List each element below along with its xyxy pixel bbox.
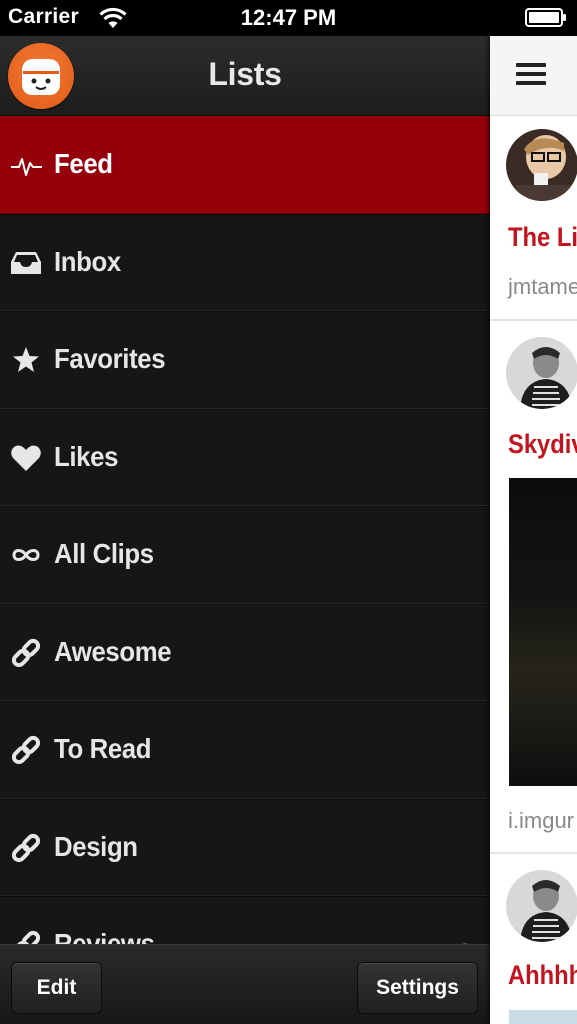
post-title[interactable]: Ahhhh bbox=[508, 960, 577, 991]
sidebar-item-label: Design bbox=[54, 830, 138, 862]
avatar[interactable] bbox=[506, 870, 577, 942]
sidebar-item-inbox[interactable]: Inbox bbox=[0, 213, 490, 311]
sidebar-footer: Edit Settings bbox=[0, 944, 490, 1024]
sidebar-item-likes[interactable]: Likes bbox=[0, 408, 490, 506]
link-icon bbox=[10, 638, 44, 668]
sidebar-item-to-read[interactable]: To Read bbox=[0, 701, 490, 799]
post-divider bbox=[490, 852, 577, 854]
hamburger-menu-icon[interactable] bbox=[516, 63, 546, 87]
status-bar: Carrier 12:47 PM bbox=[0, 0, 577, 36]
post-divider bbox=[490, 319, 577, 321]
sidebar-item-label: All Clips bbox=[54, 538, 154, 569]
edit-button[interactable]: Edit bbox=[11, 962, 102, 1014]
post-image[interactable] bbox=[509, 1010, 577, 1024]
sidebar-item-label: Likes bbox=[54, 440, 119, 472]
sidebar-item-label: Awesome bbox=[54, 635, 172, 667]
post-title[interactable]: The Li bbox=[508, 222, 577, 253]
post-title[interactable]: Skydiv bbox=[508, 429, 577, 460]
sidebar-title: Lists bbox=[208, 56, 282, 92]
lists-menu: Feed Inbox Favorites Likes All Clips Awe… bbox=[0, 116, 490, 994]
link-icon bbox=[10, 833, 44, 863]
link-icon bbox=[10, 735, 44, 765]
sidebar-item-favorites[interactable]: Favorites bbox=[0, 311, 490, 409]
inbox-tray-icon bbox=[10, 248, 44, 278]
sidebar-item-feed[interactable]: Feed bbox=[0, 116, 490, 214]
sidebar-item-label: Inbox bbox=[54, 245, 121, 277]
battery-icon bbox=[525, 8, 567, 27]
post-source: jmtame bbox=[508, 274, 577, 299]
post-image[interactable] bbox=[509, 478, 577, 786]
pulse-icon bbox=[10, 150, 44, 180]
sidebar-item-awesome[interactable]: Awesome bbox=[0, 603, 490, 701]
feed-header bbox=[490, 36, 577, 116]
sidebar-item-label: Feed bbox=[54, 148, 113, 179]
sidebar-header: Lists bbox=[0, 36, 490, 116]
post-source: i.imgur bbox=[508, 808, 575, 833]
lists-sidebar: Lists Feed Inbox Favorites Likes All Cli… bbox=[0, 36, 490, 1024]
clock: 12:47 PM bbox=[240, 5, 337, 30]
sidebar-item-all-clips[interactable]: All Clips bbox=[0, 506, 490, 604]
avatar[interactable] bbox=[506, 337, 577, 409]
sidebar-item-label: Favorites bbox=[54, 343, 166, 374]
feed-panel: The Li jmtame Skydiv i.imgur Ahhhh bbox=[490, 36, 577, 1024]
sidebar-item-label: To Read bbox=[54, 733, 152, 764]
star-icon bbox=[10, 345, 44, 375]
infinity-icon bbox=[10, 540, 44, 570]
settings-button[interactable]: Settings bbox=[357, 962, 478, 1014]
avatar[interactable] bbox=[506, 129, 577, 201]
heart-icon bbox=[10, 443, 44, 473]
sidebar-item-design[interactable]: Design bbox=[0, 798, 490, 896]
